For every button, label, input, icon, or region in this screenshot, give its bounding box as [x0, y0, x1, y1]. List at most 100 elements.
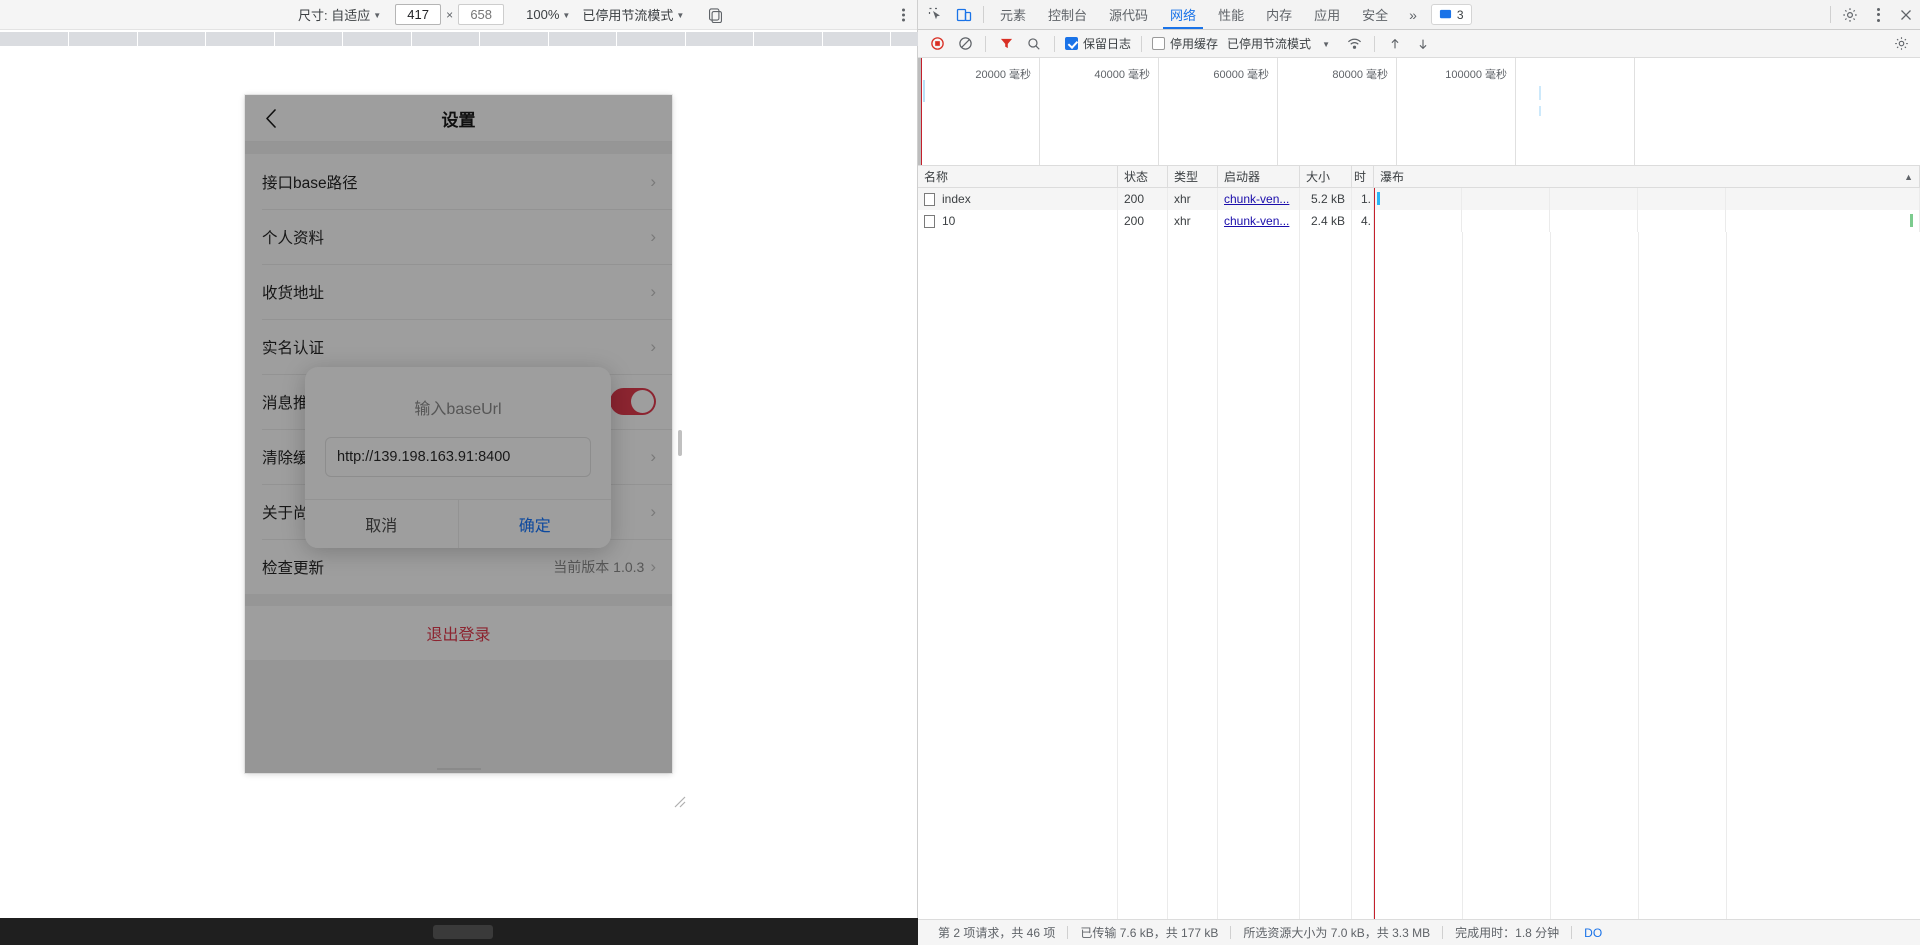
table-row[interactable]: 10 200 xhr chunk-ven... 2.4 kB 4.: [918, 210, 1920, 232]
setting-item-base-url[interactable]: 接口base路径 ›: [245, 154, 672, 209]
waterfall-dom-marker: [1374, 188, 1375, 210]
cell-name: index: [918, 188, 1118, 210]
tab-elements[interactable]: 元素: [989, 0, 1037, 29]
list-tail-filler: [245, 660, 672, 773]
tab-security[interactable]: 安全: [1351, 0, 1399, 29]
chevron-right-icon: ›: [650, 503, 656, 520]
list-gap: [245, 142, 672, 154]
table-row[interactable]: index 200 xhr chunk-ven... 5.2 kB 1.: [918, 188, 1920, 210]
toolbar-divider: [1374, 36, 1375, 52]
more-tabs-icon[interactable]: »: [1399, 0, 1427, 29]
setting-item-profile[interactable]: 个人资料 ›: [245, 209, 672, 264]
filter-icon[interactable]: [993, 33, 1019, 55]
device-emulation-pane: 尺寸: 自适应 ▼ × 100% ▼ 已停用节流模式 ▼: [0, 0, 918, 945]
cell-type: xhr: [1168, 210, 1218, 232]
waterfall-bar: [1377, 192, 1380, 205]
disable-cache-checkbox[interactable]: 停用缓存: [1149, 35, 1221, 52]
preserve-log-checkbox[interactable]: 保留日志: [1062, 35, 1134, 52]
overview-dom-marker: [921, 58, 922, 165]
cell-status: 200: [1118, 188, 1168, 210]
tab-sources[interactable]: 源代码: [1098, 0, 1159, 29]
record-stop-icon[interactable]: [924, 33, 950, 55]
chevron-right-icon: ›: [650, 448, 656, 465]
network-toolbar-right: [1888, 33, 1914, 55]
chevron-right-icon: ›: [650, 173, 656, 190]
close-icon[interactable]: [1892, 0, 1920, 29]
viewport-corner-resize-handle[interactable]: [672, 794, 688, 810]
overview-tick: 80000 毫秒: [1332, 66, 1388, 82]
tab-memory[interactable]: 内存: [1255, 0, 1303, 29]
tab-console[interactable]: 控制台: [1037, 0, 1098, 29]
logout-button[interactable]: 退出登录: [245, 606, 672, 660]
overview-track: 20000 毫秒 40000 毫秒 60000 毫秒 80000 毫秒 1000…: [921, 58, 1920, 165]
waterfall-gridlines: [1374, 210, 1919, 232]
viewport-width-input[interactable]: [395, 4, 441, 25]
setting-label: 实名认证: [262, 336, 650, 358]
base-url-input[interactable]: [325, 437, 591, 477]
chevron-down-icon: ▼: [676, 12, 684, 20]
dialog-title: 输入baseUrl: [305, 367, 611, 437]
device-toolbar-icon[interactable]: [950, 0, 978, 29]
disable-cache-label: 停用缓存: [1170, 35, 1218, 52]
clear-icon[interactable]: [952, 33, 978, 55]
cell-type: xhr: [1168, 188, 1218, 210]
viewport-height-input[interactable]: [458, 4, 504, 25]
cell-status: 200: [1118, 210, 1168, 232]
cell-initiator[interactable]: chunk-ven...: [1218, 210, 1300, 232]
status-transferred: 已传输 7.6 kB，共 177 kB: [1068, 924, 1230, 941]
column-header-status[interactable]: 状态: [1118, 166, 1168, 187]
column-header-name[interactable]: 名称: [918, 166, 1118, 187]
network-overview[interactable]: 20000 毫秒 40000 毫秒 60000 毫秒 80000 毫秒 1000…: [918, 58, 1920, 166]
import-har-icon[interactable]: [1382, 33, 1408, 55]
network-request-table: 名称 状态 类型 启动器 大小 时 瀑布 ▲ index 200 xhr: [918, 166, 1920, 919]
gear-icon[interactable]: [1836, 0, 1864, 29]
devtools-more-options-icon[interactable]: [1864, 0, 1892, 29]
cell-size: 5.2 kB: [1300, 188, 1352, 210]
search-icon[interactable]: [1021, 33, 1047, 55]
chevron-down-icon: ▼: [373, 12, 381, 20]
network-throttle-label: 已停用节流模式: [1223, 35, 1311, 52]
zoom-dropdown[interactable]: 100% ▼: [520, 4, 576, 26]
emu-throttle-dropdown[interactable]: 已停用节流模式 ▼: [576, 4, 690, 26]
setting-item-address[interactable]: 收货地址 ›: [245, 264, 672, 319]
waterfall-dom-marker: [1374, 232, 1375, 919]
dialog-actions: 取消 确定: [305, 499, 611, 548]
throttle-dropdown-icon[interactable]: ▼: [1313, 33, 1339, 55]
viewport-width-resize-handle[interactable]: [676, 428, 684, 458]
overview-tick: 20000 毫秒: [975, 66, 1031, 82]
setting-item-realname[interactable]: 实名认证 ›: [245, 319, 672, 374]
chevron-right-icon: ›: [650, 338, 656, 355]
column-header-type[interactable]: 类型: [1168, 166, 1218, 187]
network-settings-gear-icon[interactable]: [1888, 33, 1914, 55]
base-url-dialog: 输入baseUrl 取消 确定: [305, 367, 611, 548]
setting-label: 检查更新: [262, 556, 553, 578]
device-size-dropdown[interactable]: 尺寸: 自适应 ▼: [292, 4, 387, 26]
export-har-icon[interactable]: [1410, 33, 1436, 55]
status-finish-time: 完成用时：1.8 分钟: [1443, 924, 1571, 941]
column-header-time[interactable]: 时: [1352, 166, 1374, 187]
tab-application[interactable]: 应用: [1303, 0, 1351, 29]
network-conditions-icon[interactable]: [1341, 33, 1367, 55]
cell-time: 4.: [1352, 210, 1374, 232]
preserve-log-label: 保留日志: [1083, 35, 1131, 52]
tab-network[interactable]: 网络: [1159, 0, 1207, 29]
cell-initiator[interactable]: chunk-ven...: [1218, 188, 1300, 210]
inspect-element-icon[interactable]: [922, 0, 950, 29]
toolbar-divider: [1141, 36, 1142, 52]
tab-performance[interactable]: 性能: [1207, 0, 1255, 29]
confirm-button[interactable]: 确定: [459, 500, 612, 548]
column-header-size[interactable]: 大小: [1300, 166, 1352, 187]
dialog-body: [305, 437, 611, 499]
rotate-device-icon[interactable]: [704, 4, 726, 26]
app-version-value: 当前版本 1.0.3: [553, 557, 644, 577]
chevron-right-icon: ›: [650, 228, 656, 245]
logout-label: 退出登录: [426, 621, 490, 645]
chevron-down-icon: ▼: [562, 12, 570, 20]
emulation-more-options-icon[interactable]: [902, 8, 905, 21]
back-chevron-icon[interactable]: [259, 106, 283, 130]
column-header-waterfall[interactable]: 瀑布 ▲: [1374, 166, 1920, 187]
column-header-initiator[interactable]: 启动器: [1218, 166, 1300, 187]
messages-badge[interactable]: 3: [1431, 4, 1472, 25]
cancel-button[interactable]: 取消: [305, 500, 459, 548]
push-toggle-switch[interactable]: [610, 388, 656, 415]
